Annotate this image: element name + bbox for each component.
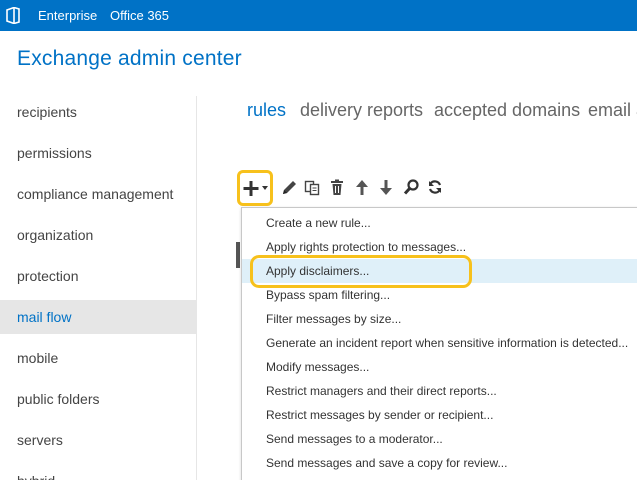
menu-item-incident-report[interactable]: Generate an incident report when sensiti… [242, 331, 637, 355]
refresh-button[interactable] [426, 177, 446, 199]
office-logo-icon[interactable] [6, 6, 20, 25]
nav-item-permissions[interactable]: permissions [0, 136, 196, 170]
tab-email-addresses[interactable]: email a [588, 100, 637, 121]
refresh-icon [426, 177, 446, 197]
tab-delivery-reports[interactable]: delivery reports [300, 100, 423, 121]
move-up-button[interactable] [353, 177, 373, 199]
add-button-highlight [237, 170, 273, 206]
delete-icon [328, 177, 348, 197]
nav-item-mail-flow[interactable]: mail flow [0, 300, 196, 334]
delete-button[interactable] [328, 177, 348, 199]
menu-item-restrict-managers[interactable]: Restrict managers and their direct repor… [242, 379, 637, 403]
move-down-icon [377, 177, 397, 197]
menu-item-create-new-rule[interactable]: Create a new rule... [242, 211, 637, 235]
nav-item-protection[interactable]: protection [0, 259, 196, 293]
menu-item-send-and-save-copy[interactable]: Send messages and save a copy for review… [242, 451, 637, 475]
tab-rules[interactable]: rules [247, 100, 286, 121]
nav-item-public-folders[interactable]: public folders [0, 382, 196, 416]
nav-item-recipients[interactable]: recipients [0, 95, 196, 129]
search-icon [402, 177, 422, 197]
menu-item-modify-messages[interactable]: Modify messages... [242, 355, 637, 379]
move-up-icon [353, 177, 373, 197]
tab-accepted-domains[interactable]: accepted domains [434, 100, 580, 121]
nav-item-hybrid[interactable]: hybrid [0, 464, 196, 480]
list-column-divider [236, 242, 240, 268]
apply-disclaimers-highlight [250, 255, 472, 288]
nav-item-servers[interactable]: servers [0, 423, 196, 457]
nav-item-compliance-management[interactable]: compliance management [0, 177, 196, 211]
topbar-tab-enterprise[interactable]: Enterprise [38, 8, 97, 23]
search-button[interactable] [402, 177, 422, 199]
page-title: Exchange admin center [17, 47, 242, 70]
menu-item-filter-by-size[interactable]: Filter messages by size... [242, 307, 637, 331]
edit-icon [280, 177, 300, 197]
menu-item-send-to-moderator[interactable]: Send messages to a moderator... [242, 427, 637, 451]
new-rule-dropdown-menu: Create a new rule... Apply rights protec… [241, 207, 637, 480]
nav-item-organization[interactable]: organization [0, 218, 196, 252]
menu-item-restrict-sender-recipient[interactable]: Restrict messages by sender or recipient… [242, 403, 637, 427]
nav-divider [196, 96, 197, 480]
move-down-button[interactable] [377, 177, 397, 199]
copy-icon [303, 177, 323, 197]
edit-button[interactable] [280, 177, 300, 199]
nav-item-mobile[interactable]: mobile [0, 341, 196, 375]
copy-button[interactable] [303, 177, 323, 199]
top-navigation-bar: Enterprise Office 365 [0, 0, 637, 31]
topbar-tab-office365[interactable]: Office 365 [110, 8, 169, 23]
